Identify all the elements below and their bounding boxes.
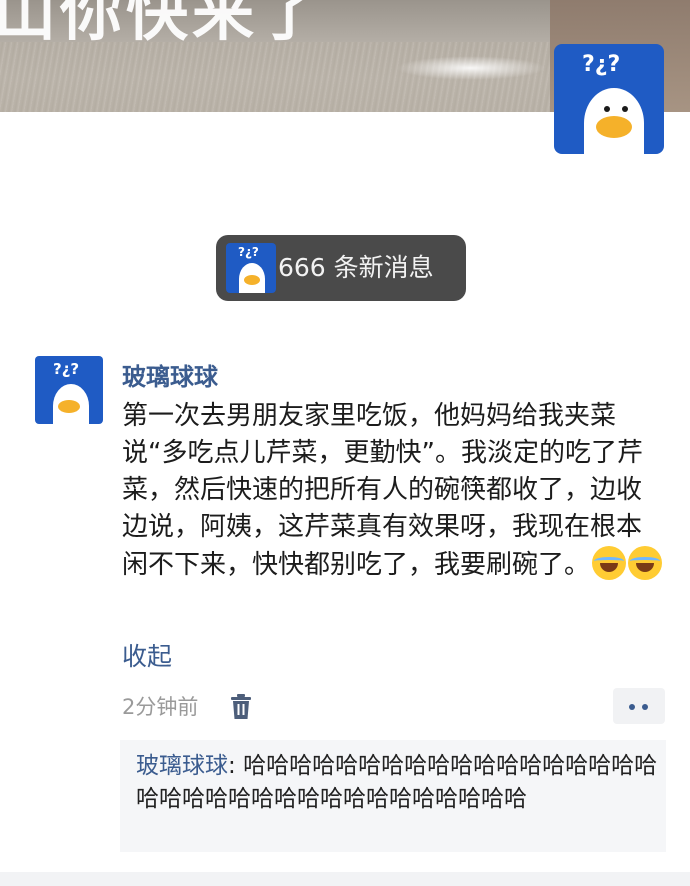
duck-eye [604,106,610,112]
section-divider [0,872,690,886]
cover-blur [396,56,546,80]
question-marks-icon: ?¿? [582,52,621,77]
cover-overlay-text: 山你快来了 [0,0,325,49]
duck-beak [244,275,260,285]
duck-beak [596,116,632,138]
question-marks-icon: ?¿? [53,360,80,378]
post-text: 第一次去男朋友家里吃饭，他妈妈给我夹菜说“多吃点儿芹菜，更勤快”。我淡定的吃了芹… [122,401,643,580]
dot-icon [629,704,635,710]
duck-beak [58,400,80,413]
trash-icon[interactable] [229,694,253,720]
more-options-button[interactable] [613,688,665,724]
profile-avatar[interactable]: ?¿? [554,44,664,154]
post-body: 第一次去男朋友家里吃饭，他妈妈给我夹菜说“多吃点儿芹菜，更勤快”。我淡定的吃了芹… [122,398,663,584]
comment-separator: : [228,753,244,779]
laughing-tears-icon [628,546,663,580]
author-avatar[interactable]: ?¿? [35,356,103,424]
comment-item[interactable]: 玻璃球球: 哈哈哈哈哈哈哈哈哈哈哈哈哈哈哈哈哈哈哈哈哈哈哈哈哈哈哈哈哈哈哈哈哈哈… [136,750,664,816]
laughing-tears-icon [592,546,627,580]
post-author-name[interactable]: 玻璃球球 [122,360,218,394]
pill-avatar: ?¿? [226,243,276,293]
comment-username[interactable]: 玻璃球球 [136,753,228,779]
duck-eye [622,106,628,112]
new-messages-label[interactable]: 666 条新消息 [278,250,434,286]
dot-icon [642,704,648,710]
question-marks-icon: ?¿? [238,245,259,259]
comment-box: 玻璃球球: 哈哈哈哈哈哈哈哈哈哈哈哈哈哈哈哈哈哈哈哈哈哈哈哈哈哈哈哈哈哈哈哈哈哈… [120,740,666,852]
post-timestamp: 2分钟前 [122,695,199,719]
collapse-button[interactable]: 收起 [122,640,172,674]
